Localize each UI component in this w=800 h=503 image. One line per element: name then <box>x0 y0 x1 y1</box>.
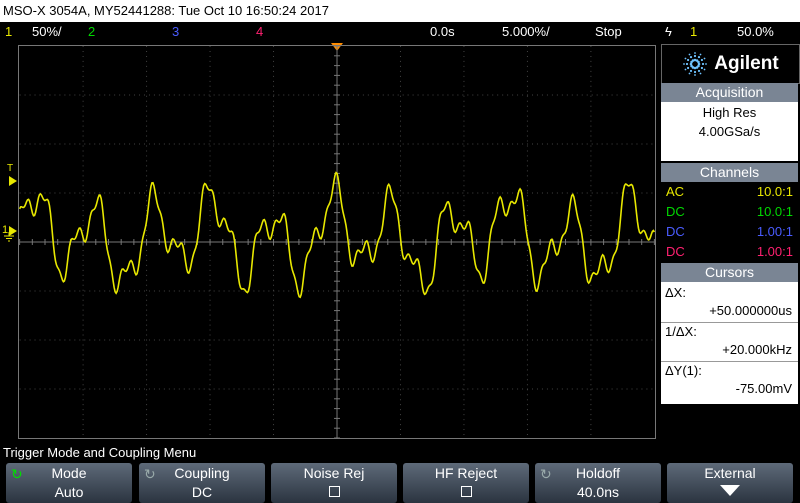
cursors-header[interactable]: Cursors <box>661 263 798 282</box>
delta-x-value: +50.000000us <box>709 303 792 318</box>
run-state[interactable]: Stop <box>595 22 622 41</box>
noise-reject-label: Noise Rej <box>303 465 365 481</box>
trigger-edge-icon: ϟ <box>665 24 672 39</box>
status-bar: 1 50%/ 2 3 4 0.0s 5.000%/ Stop ϟ 1 50.0% <box>0 22 800 41</box>
right-info-panel: Agilent Acquisition High Res 4.00GSa/s C… <box>660 43 800 440</box>
mode-softkey[interactable]: ↻ Mode Auto <box>6 463 132 503</box>
trigger-level-arrow-icon <box>9 176 17 186</box>
agilent-spark-icon <box>683 52 708 76</box>
holdoff-softkey[interactable]: ↻ Holdoff 40.0ns <box>535 463 661 503</box>
mode-label: Mode <box>51 465 87 481</box>
holdoff-label: Holdoff <box>575 465 621 481</box>
ch3-number[interactable]: 3 <box>172 22 179 41</box>
channel-probe-ratio: 10.0:1 <box>756 184 793 199</box>
trigger-level-marker[interactable]: T <box>7 163 13 174</box>
down-arrow-icon <box>720 485 740 496</box>
channel-row-3[interactable]: DC 1.00:1 <box>661 222 798 242</box>
coupling-value: DC <box>191 484 213 500</box>
external-label: External <box>704 465 756 481</box>
channel-row-2[interactable]: DC 10.0:1 <box>661 202 798 222</box>
waveform-display[interactable] <box>18 45 656 439</box>
channel-probe-ratio: 10.0:1 <box>756 204 793 219</box>
acquisition-header[interactable]: Acquisition <box>661 83 798 102</box>
trigger-source[interactable]: 1 <box>690 22 697 41</box>
channel-coupling: DC <box>666 244 685 259</box>
acquisition-rate: 4.00GSa/s <box>698 124 761 139</box>
logo: Agilent <box>661 44 800 84</box>
channels-header[interactable]: Channels <box>661 163 798 182</box>
inverse-delta-x-value: +20.000kHz <box>722 342 792 357</box>
menu-title: Trigger Mode and Coupling Menu <box>3 445 197 460</box>
inverse-delta-x-label: 1/ΔX: <box>665 324 697 339</box>
ground-icon <box>4 232 14 242</box>
logo-text: Agilent <box>714 53 779 74</box>
channel-probe-ratio: 1.00:1 <box>756 224 793 239</box>
channel-row-4[interactable]: DC 1.00:1 <box>661 242 798 262</box>
delta-y-value: -75.00mV <box>735 381 792 396</box>
delta-y-label: ΔY(1): <box>665 363 702 378</box>
ch1-scale[interactable]: 50%/ <box>32 22 62 41</box>
cursors-panel[interactable]: ΔX: +50.000000us 1/ΔX: +20.000kHz ΔY(1):… <box>661 282 798 404</box>
cursor-divider <box>661 361 798 362</box>
coupling-softkey[interactable]: ↻ Coupling DC <box>139 463 265 503</box>
noise-reject-checkbox[interactable] <box>328 486 340 497</box>
ch1-number[interactable]: 1 <box>5 22 12 41</box>
hf-reject-checkbox[interactable] <box>460 486 472 497</box>
channel-probe-ratio: 1.00:1 <box>756 244 793 259</box>
coupling-label: Coupling <box>174 465 230 481</box>
channel-coupling: AC <box>666 184 685 199</box>
time-delay[interactable]: 0.0s <box>430 22 455 41</box>
delta-x-label: ΔX: <box>665 285 686 300</box>
title-bar: MSO-X 3054A, MY52441288: Tue Oct 10 16:5… <box>0 0 800 22</box>
noise-reject-softkey[interactable]: Noise Rej <box>271 463 397 503</box>
acquisition-mode: High Res <box>702 105 757 120</box>
hf-reject-softkey[interactable]: HF Reject <box>403 463 529 503</box>
ch2-number[interactable]: 2 <box>88 22 95 41</box>
hf-reject-label: HF Reject <box>434 465 498 481</box>
holdoff-value: 40.0ns <box>576 484 620 500</box>
trigger-level[interactable]: 50.0% <box>737 22 774 41</box>
softkey-bar: ↻ Mode Auto ↻ Coupling DC Noise Rej HF R… <box>0 461 800 503</box>
external-softkey[interactable]: External <box>667 463 793 503</box>
channel-coupling: DC <box>666 224 685 239</box>
channel-row-1[interactable]: AC 10.0:1 <box>661 182 798 202</box>
time-base[interactable]: 5.000%/ <box>502 22 550 41</box>
mode-value: Auto <box>54 484 84 500</box>
acquisition-panel[interactable]: High Res 4.00GSa/s <box>661 102 798 161</box>
cursor-divider <box>661 322 798 323</box>
channel-coupling: DC <box>666 204 685 219</box>
ch4-number[interactable]: 4 <box>256 22 263 41</box>
